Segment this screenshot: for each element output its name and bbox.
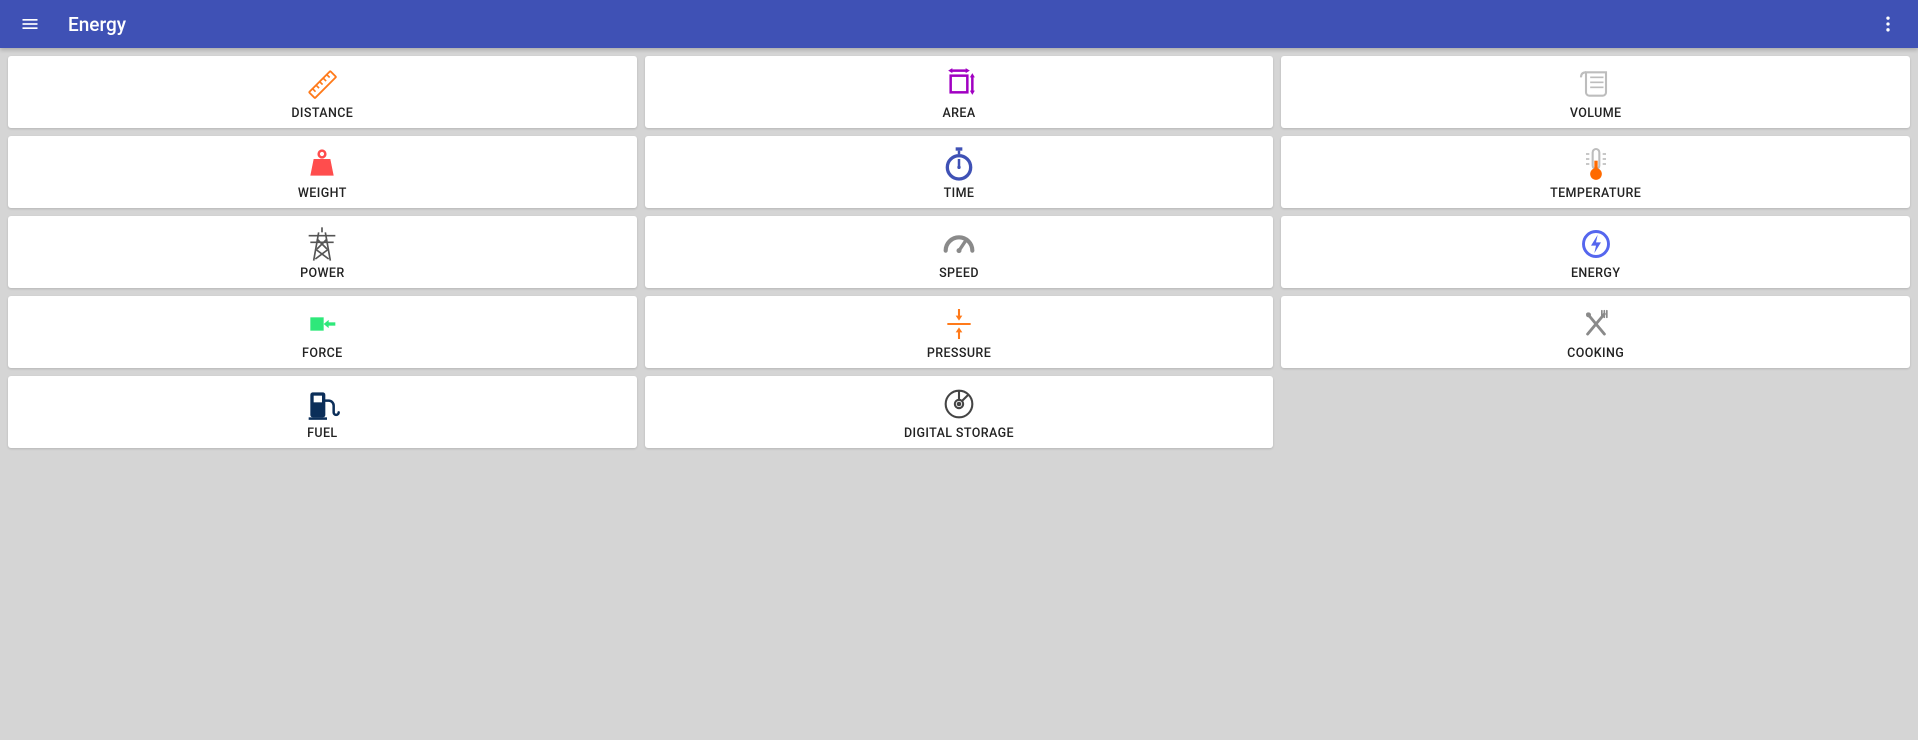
more-button[interactable] [1872,8,1904,40]
utensils-icon [1576,304,1616,344]
category-card-force[interactable]: FORCE [8,296,637,368]
category-grid: DISTANCE AREA VOLUME WEIGHT TIME TEMPERATURE P… [0,48,1918,456]
category-label: FORCE [302,346,343,361]
stopwatch-icon [939,144,979,184]
category-label: AREA [942,106,975,121]
thermometer-icon [1576,144,1616,184]
category-label: TIME [944,186,975,201]
category-card-time[interactable]: TIME [645,136,1274,208]
category-card-speed[interactable]: SPEED [645,216,1274,288]
category-card-volume[interactable]: VOLUME [1281,56,1910,128]
category-card-power[interactable]: POWER [8,216,637,288]
category-label: FUEL [307,426,337,441]
category-label: DIGITAL STORAGE [904,426,1014,441]
category-card-weight[interactable]: WEIGHT [8,136,637,208]
category-card-distance[interactable]: DISTANCE [8,56,637,128]
category-card-digital-storage[interactable]: DIGITAL STORAGE [645,376,1274,448]
pressure-icon [939,304,979,344]
category-card-energy[interactable]: ENERGY [1281,216,1910,288]
hamburger-icon [20,14,40,34]
category-card-area[interactable]: AREA [645,56,1274,128]
category-label: WEIGHT [298,186,347,201]
weight-icon [302,144,342,184]
category-label: VOLUME [1570,106,1622,121]
menu-button[interactable] [14,8,46,40]
category-label: TEMPERATURE [1550,186,1641,201]
page-title: Energy [68,13,126,36]
category-label: POWER [300,266,345,281]
cup-icon [1576,64,1616,104]
category-label: ENERGY [1571,266,1620,281]
category-card-cooking[interactable]: COOKING [1281,296,1910,368]
gauge-icon [939,224,979,264]
area-icon [939,64,979,104]
category-label: COOKING [1567,346,1624,361]
more-vert-icon [1878,14,1898,34]
force-icon [302,304,342,344]
category-label: SPEED [939,266,979,281]
disc-icon [939,384,979,424]
app-bar: Energy [0,0,1918,48]
bolt-icon [1576,224,1616,264]
category-label: DISTANCE [291,106,353,121]
category-card-temperature[interactable]: TEMPERATURE [1281,136,1910,208]
category-card-fuel[interactable]: FUEL [8,376,637,448]
category-label: PRESSURE [927,346,991,361]
category-card-pressure[interactable]: PRESSURE [645,296,1274,368]
pylon-icon [302,224,342,264]
pump-icon [302,384,342,424]
ruler-icon [302,64,342,104]
